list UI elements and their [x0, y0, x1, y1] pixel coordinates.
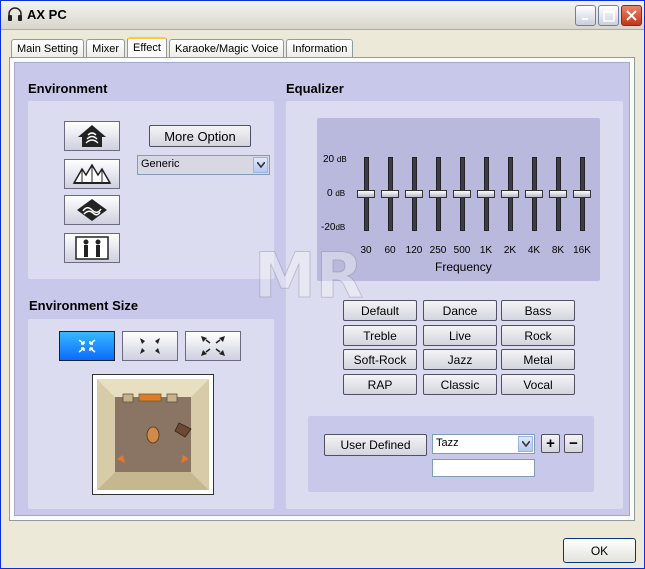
- remove-preset-button[interactable]: −: [564, 434, 583, 453]
- eq-slider-thumb[interactable]: [357, 190, 375, 198]
- tab-mixer[interactable]: Mixer: [86, 39, 126, 59]
- eq-slider-500[interactable]: [452, 157, 472, 231]
- arrows-medium-icon: [140, 338, 160, 354]
- minimize-button[interactable]: [575, 5, 596, 26]
- db-mid-label: 0 dB: [327, 188, 346, 199]
- dropdown-arrow-icon[interactable]: [518, 436, 533, 452]
- arrows-outward-large-icon: [201, 336, 225, 356]
- environment-concert-hall-button[interactable]: [64, 159, 120, 189]
- eq-slider-60[interactable]: [380, 157, 400, 231]
- eq-preset-rock-button[interactable]: Rock: [501, 325, 575, 346]
- cave-icon: [77, 199, 107, 221]
- tab-bar: Main Setting Mixer Effect Karaoke/Magic …: [11, 37, 355, 60]
- watermark-logo: MR: [254, 239, 364, 313]
- eq-slider-thumb[interactable]: [405, 190, 423, 198]
- eq-slider-120[interactable]: [404, 157, 424, 231]
- eq-slider-thumb[interactable]: [477, 190, 495, 198]
- ok-button[interactable]: OK: [563, 538, 636, 563]
- eq-slider-30[interactable]: [356, 157, 376, 231]
- maximize-button[interactable]: [598, 5, 619, 26]
- tab-information[interactable]: Information: [286, 39, 354, 59]
- environment-preset-value: Generic: [141, 158, 180, 170]
- eq-slider-8k[interactable]: [548, 157, 568, 231]
- window-title: AX PC: [27, 7, 67, 22]
- house-icon: [78, 125, 106, 147]
- user-defined-select[interactable]: Tazz: [432, 434, 535, 454]
- preset-name-input[interactable]: [432, 459, 535, 477]
- eq-slider-thumb[interactable]: [525, 190, 543, 198]
- tab-karaoke-magic-voice[interactable]: Karaoke/Magic Voice: [168, 39, 285, 59]
- db-bottom-label: -20dB: [321, 222, 346, 233]
- arrows-inward-small-icon: [78, 339, 96, 353]
- eq-slider-2k[interactable]: [500, 157, 520, 231]
- eq-slider-thumb[interactable]: [573, 190, 591, 198]
- equalizer-label: Equalizer: [286, 81, 344, 96]
- add-preset-button[interactable]: +: [541, 434, 560, 453]
- environment-size-label: Environment Size: [29, 298, 139, 313]
- close-button[interactable]: [621, 5, 642, 26]
- eq-slider-thumb[interactable]: [429, 190, 447, 198]
- eq-slider-4k[interactable]: [524, 157, 544, 231]
- user-defined-value: Tazz: [436, 437, 459, 449]
- size-small-button[interactable]: [59, 331, 115, 361]
- eq-slider-thumb[interactable]: [453, 190, 471, 198]
- eq-slider-250[interactable]: [428, 157, 448, 231]
- eq-slider-thumb[interactable]: [381, 190, 399, 198]
- room-people-icon: [75, 236, 109, 260]
- eq-slider-16k[interactable]: [572, 157, 592, 231]
- environment-preset-select[interactable]: Generic: [137, 155, 270, 175]
- eq-preset-vocal-button[interactable]: Vocal: [501, 374, 575, 395]
- eq-preset-treble-button[interactable]: Treble: [343, 325, 417, 346]
- eq-preset-rap-button[interactable]: RAP: [343, 374, 417, 395]
- title-bar[interactable]: AX PC: [1, 1, 644, 30]
- eq-preset-live-button[interactable]: Live: [423, 325, 497, 346]
- concert-hall-icon: [72, 163, 112, 184]
- app-window: AX PC Main Setting Mixer Effect Karaoke/…: [0, 0, 645, 569]
- frequency-axis-label: Frequency: [435, 260, 492, 274]
- minimize-icon: [581, 17, 588, 20]
- eq-preset-bass-button[interactable]: Bass: [501, 300, 575, 321]
- tab-main-setting[interactable]: Main Setting: [11, 39, 85, 59]
- eq-preset-jazz-button[interactable]: Jazz: [423, 349, 497, 370]
- environment-label: Environment: [28, 81, 108, 96]
- headphones-icon: [8, 7, 22, 21]
- eq-preset-metal-button[interactable]: Metal: [501, 349, 575, 370]
- room-preview: [92, 374, 214, 495]
- more-option-button[interactable]: More Option: [149, 125, 251, 147]
- eq-slider-thumb[interactable]: [549, 190, 567, 198]
- size-medium-button[interactable]: [122, 331, 178, 361]
- room-illustration: [97, 379, 209, 490]
- close-icon: [626, 10, 637, 21]
- size-large-button[interactable]: [185, 331, 241, 361]
- user-defined-button[interactable]: User Defined: [324, 434, 427, 456]
- db-top-label: 20 dB: [323, 154, 347, 165]
- environment-room-button[interactable]: [64, 233, 120, 263]
- eq-preset-classic-button[interactable]: Classic: [423, 374, 497, 395]
- environment-house-button[interactable]: [64, 121, 120, 151]
- dropdown-arrow-icon[interactable]: [253, 157, 268, 173]
- maximize-icon: [602, 9, 615, 22]
- eq-slider-thumb[interactable]: [501, 190, 519, 198]
- environment-cave-button[interactable]: [64, 195, 120, 225]
- eq-preset-dance-button[interactable]: Dance: [423, 300, 497, 321]
- freq-label-16k: 16K: [573, 245, 591, 256]
- svg-text:MR: MR: [254, 239, 363, 312]
- eq-slider-1k[interactable]: [476, 157, 496, 231]
- eq-preset-soft-rock-button[interactable]: Soft-Rock: [343, 349, 417, 370]
